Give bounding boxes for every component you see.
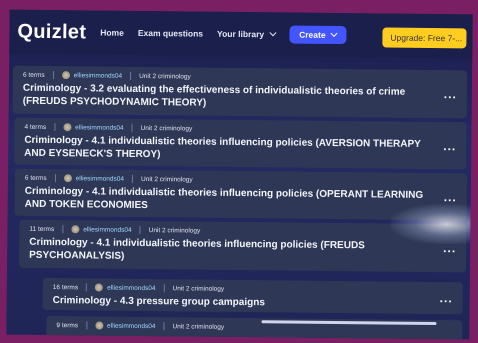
set-meta: 4 terms elliesimmonds04 Unit 2 criminolo… [24,123,456,136]
nav-home[interactable]: Home [100,28,124,38]
divider [52,71,54,80]
divider [54,123,56,132]
divider [139,225,141,234]
term-count: 16 terms [52,283,79,291]
upgrade-button[interactable]: Upgrade: Free 7-... [382,27,467,49]
study-set-card[interactable]: 6 terms elliesimmonds04 Unit 2 criminolo… [14,168,468,221]
set-title[interactable]: Criminology - 4.1 individualistic theori… [29,236,456,266]
set-title[interactable]: Criminology - 3.2 evaluating the effecti… [23,82,457,113]
avatar [61,71,70,80]
set-title[interactable]: Criminology - 4.1 individualistic theori… [24,134,456,165]
divider [86,283,88,292]
chevron-down-icon [330,29,338,38]
chevron-down-icon [269,29,277,37]
set-title[interactable]: Criminology - 4.1 individualistic theori… [25,185,457,216]
divider [86,321,88,330]
set-meta: 16 terms elliesimmonds04 Unit 2 criminol… [53,283,453,295]
avatar [95,321,104,330]
more-options-icon[interactable]: ... [444,87,457,101]
create-button-label: Create [299,29,326,40]
username[interactable]: elliesimmonds04 [107,322,155,330]
divider [132,174,134,183]
nav-your-library[interactable]: Your library [217,28,277,40]
more-options-icon[interactable]: ... [443,241,456,255]
set-title[interactable]: Criminology - 4.3 pressure group campaig… [53,294,453,311]
divider [163,322,165,331]
divider [131,123,133,132]
divider [163,284,165,293]
folder-name: Unit 2 criminology [139,72,191,80]
photo-of-screen: Quizlet Home Exam questions Your library… [6,9,473,340]
divider [62,225,64,234]
username[interactable]: elliesimmonds04 [74,72,122,80]
more-options-icon[interactable]: ... [444,190,457,204]
divider [130,71,132,80]
study-set-card[interactable]: 6 terms elliesimmonds04 Unit 2 criminolo… [12,65,468,119]
more-options-icon[interactable]: ... [443,139,456,153]
set-meta: 6 terms elliesimmonds04 Unit 2 criminolo… [25,174,457,187]
avatar [71,225,80,234]
study-set-card[interactable]: 11 terms elliesimmonds04 Unit 2 criminol… [19,219,467,273]
term-count: 9 terms [56,321,79,329]
set-meta: 11 terms elliesimmonds04 Unit 2 criminol… [29,225,456,237]
folder-name: Unit 2 criminology [141,175,193,184]
username[interactable]: elliesimmonds04 [83,226,131,234]
folder-name: Unit 2 criminology [172,284,225,293]
top-nav-bar: Quizlet Home Exam questions Your library… [9,9,473,59]
term-count: 11 terms [29,225,55,233]
term-count: 6 terms [24,174,47,182]
nav-exam-questions[interactable]: Exam questions [138,28,203,39]
username[interactable]: elliesimmonds04 [107,284,155,292]
folder-name: Unit 2 criminology [140,124,193,133]
divider [54,174,56,183]
create-button[interactable]: Create [289,25,347,45]
nav-your-library-label: Your library [217,28,265,40]
study-set-card[interactable]: 16 terms elliesimmonds04 Unit 2 criminol… [42,277,463,315]
quizlet-logo[interactable]: Quizlet [17,20,86,44]
set-meta: 6 terms elliesimmonds04 Unit 2 criminolo… [23,71,457,84]
username[interactable]: elliesimmonds04 [75,124,123,132]
term-count: 4 terms [24,123,47,131]
term-count: 6 terms [22,71,45,79]
folder-name: Unit 2 criminology [148,226,201,235]
study-set-card[interactable]: 4 terms elliesimmonds04 Unit 2 criminolo… [14,117,467,170]
more-options-icon[interactable]: ... [440,291,453,305]
avatar [95,283,104,292]
study-set-card[interactable]: 9 terms elliesimmonds04 Unit 2 criminolo… [46,315,463,340]
folder-name: Unit 2 criminology [172,322,225,331]
username[interactable]: elliesimmonds04 [76,175,124,183]
avatar [63,123,72,132]
avatar [63,174,72,183]
